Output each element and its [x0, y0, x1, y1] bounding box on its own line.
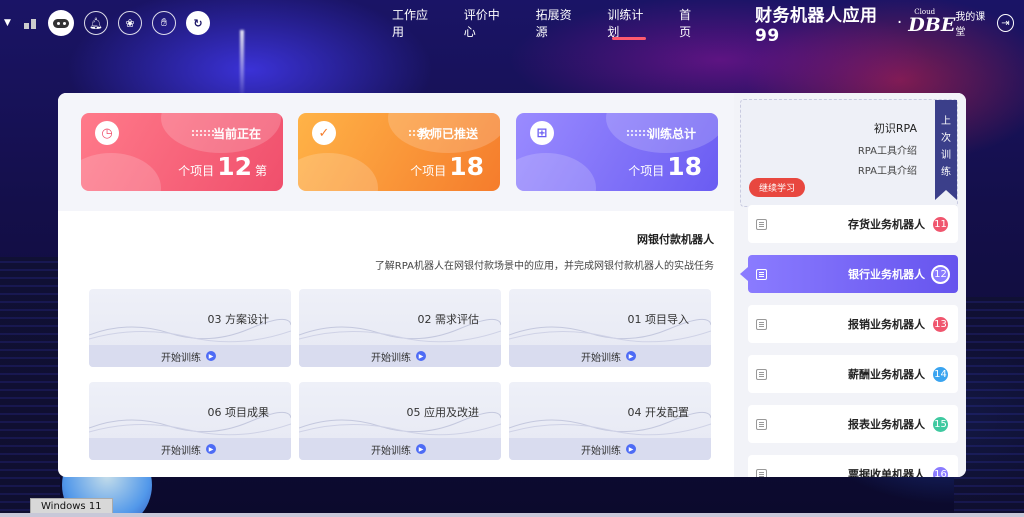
start-training-button[interactable]: 开始训练 ▶ [89, 345, 291, 367]
document-icon [756, 468, 767, 477]
step-name: 05 应用及改进 [406, 406, 480, 419]
play-icon: ▶ [206, 351, 216, 361]
continue-learning-button[interactable]: 继续学习 [749, 178, 806, 197]
stat-value: 个项目 18 [410, 152, 484, 181]
bot-number: 16 [931, 464, 950, 477]
last-training-line: RPA工具介绍 [857, 166, 917, 177]
list-item-bot-15[interactable]: 报表业务机器人 15 [748, 405, 958, 443]
step-name: 04 开发配置 [627, 406, 690, 419]
logo-sub: Cloud [914, 8, 936, 16]
document-icon [756, 318, 767, 330]
my-course-link[interactable]: 我的课堂 ⇥ [955, 8, 1024, 38]
refresh-icon[interactable]: ↻ [186, 11, 210, 35]
last-training-card: 上 次 训 练 初识RPA RPA工具介绍 RPA工具介绍 继续学习 [740, 99, 958, 207]
stat-pushed: ✓ 教师已推送 个项目 18 [298, 113, 500, 191]
last-training-flag: 上 次 训 练 [935, 100, 957, 200]
nav-training-plan[interactable]: 训练计划 [593, 0, 665, 46]
step-name: 06 项目成果 [207, 406, 270, 419]
play-icon: ▶ [626, 351, 636, 361]
app-title: 财务机器人应用99 [755, 5, 878, 46]
bot-label: 薪酬业务机器人 [848, 368, 925, 381]
hand-icon[interactable]: ✋︎ [152, 11, 176, 35]
dbe-logo: Cloud DBE [908, 8, 956, 36]
top-bar-tools: ▼ 🔔︎ ❀ ✋︎ ↻ [0, 10, 210, 36]
play-icon: ▶ [416, 444, 426, 454]
list-item-bot-13[interactable]: 报销业务机器人 13 [748, 305, 958, 343]
main-nav: 工作应用 评价中心 拓展资源 训练计划 首页 [378, 0, 715, 46]
step-name: 01 项目导入 [627, 313, 690, 326]
step-card: 03 方案设计 开始训练 ▶ [89, 289, 291, 367]
nav-resources[interactable]: 拓展资源 [522, 0, 594, 46]
step-name: 03 方案设计 [207, 313, 270, 326]
bot-label: 银行业务机器人 [848, 268, 925, 281]
my-course-label: 我的课堂 [955, 12, 986, 38]
start-training-button[interactable]: 开始训练 ▶ [509, 345, 711, 367]
step-card: 05 应用及改进 开始训练 ▶ [299, 382, 501, 460]
stat-value: 个项目 18 [628, 152, 702, 181]
step-card: 01 项目导入 开始训练 ▶ [509, 289, 711, 367]
play-icon: ▶ [206, 444, 216, 454]
step-name: 02 需求评估 [417, 313, 480, 326]
document-icon [756, 368, 767, 380]
bot-number: 14 [931, 364, 950, 384]
nav-work-apps[interactable]: 工作应用 [378, 0, 450, 46]
start-training-button[interactable]: 开始训练 ▶ [299, 345, 501, 367]
stat-label: 教师已推送 [417, 127, 478, 141]
bot-label: 报销业务机器人 [848, 318, 925, 331]
list-item-bot-14[interactable]: 薪酬业务机器人 14 [748, 355, 958, 393]
stat-current: ◷ 当前正在 个项目 12 第 [81, 113, 283, 191]
document-icon [756, 268, 767, 280]
stats-row: ◷ 当前正在 个项目 12 第 ✓ 教师已推送 个项目 18 ⊞ 训练总计 个项… [58, 93, 734, 211]
stat-label: 训练总计 [647, 127, 696, 141]
step-card: 04 开发配置 开始训练 ▶ [509, 382, 711, 460]
brand: 财务机器人应用99 · Cloud DBE [755, 1, 955, 46]
step-card: 02 需求评估 开始训练 ▶ [299, 289, 501, 367]
play-icon: ▶ [416, 351, 426, 361]
clock-icon: ◷ [95, 121, 119, 145]
paw-icon[interactable]: ❀ [118, 11, 142, 35]
taskbar [0, 513, 1024, 517]
start-training-button[interactable]: 开始训练 ▶ [89, 438, 291, 460]
dropdown-arrow-icon[interactable]: ▼ [4, 18, 14, 28]
bot-label: 报表业务机器人 [848, 418, 925, 431]
list-item-bot-11[interactable]: 存货业务机器人 11 [748, 205, 958, 243]
project-description: 了解RPA机器人在网银付款场景中的应用，并完成网银付款机器人的实战任务 [374, 261, 714, 272]
bot-label: 存货业务机器人 [848, 218, 925, 231]
bot-number: 15 [931, 414, 950, 434]
city-skyline [0, 257, 60, 517]
document-icon [756, 218, 767, 230]
top-bar: ▼ 🔔︎ ❀ ✋︎ ↻ 工作应用 评价中心 拓展资源 训练计划 首页 财务机器人… [0, 0, 1024, 46]
play-icon: ▶ [626, 444, 636, 454]
step-card: 06 项目成果 开始训练 ▶ [89, 382, 291, 460]
last-training-title: 初识RPA [873, 122, 917, 135]
bot-number: 12 [931, 264, 950, 284]
project-title: 网银付款机器人 [637, 233, 714, 246]
training-panel: ◷ 当前正在 个项目 12 第 ✓ 教师已推送 个项目 18 ⊞ 训练总计 个项… [58, 93, 966, 477]
grid-icon: ⊞ [530, 121, 554, 145]
start-training-button[interactable]: 开始训练 ▶ [509, 438, 711, 460]
robot-avatar[interactable] [48, 10, 74, 36]
project-section: 网银付款机器人 了解RPA机器人在网银付款场景中的应用，并完成网银付款机器人的实… [78, 231, 714, 272]
window-icon[interactable] [24, 17, 38, 29]
stat-value: 个项目 12 第 [178, 152, 267, 181]
document-icon [756, 418, 767, 430]
nav-evaluation[interactable]: 评价中心 [450, 0, 522, 46]
exit-icon[interactable]: ⇥ [996, 14, 1014, 32]
last-training-line: RPA工具介绍 [857, 146, 917, 157]
check-icon: ✓ [312, 121, 336, 145]
bot-number: 11 [931, 214, 950, 234]
stat-total: ⊞ 训练总计 个项目 18 [516, 113, 718, 191]
bell-icon[interactable]: 🔔︎ [84, 11, 108, 35]
list-item-bot-16[interactable]: 票据收单机器人 16 [748, 455, 958, 477]
nav-home[interactable]: 首页 [665, 0, 715, 46]
project-list: 上 次 训 练 初识RPA RPA工具介绍 RPA工具介绍 继续学习 存货业务机… [734, 93, 966, 477]
brand-separator: · [896, 13, 903, 33]
logo-text: DBE [908, 14, 956, 36]
stat-label: 当前正在 [212, 127, 261, 141]
list-item-bot-12[interactable]: 银行业务机器人 12 [740, 255, 958, 293]
bot-number: 13 [931, 314, 950, 334]
start-training-button[interactable]: 开始训练 ▶ [299, 438, 501, 460]
step-grid: 03 方案设计 开始训练 ▶ 02 需求评估 开始训练 ▶ 01 项目导入 开始训练… [89, 289, 711, 461]
bot-label: 票据收单机器人 [848, 468, 925, 477]
